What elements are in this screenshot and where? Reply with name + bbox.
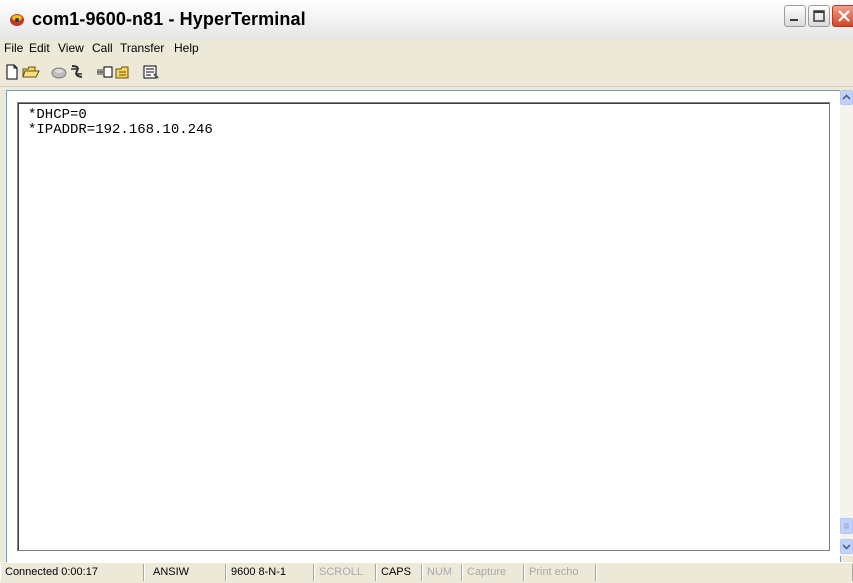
close-icon (838, 10, 850, 22)
open-icon (22, 66, 40, 78)
terminal-screen[interactable] (17, 102, 830, 551)
open-button[interactable] (22, 63, 40, 81)
status-emulation: ANSIW (144, 564, 226, 581)
terminal-output: *DHCP=0 *IPADDR=192.168.10.246 (28, 108, 213, 138)
menu-file[interactable]: File (4, 41, 23, 55)
minimize-icon (790, 19, 798, 21)
maximize-icon (813, 10, 825, 22)
chevron-up-icon (842, 94, 851, 100)
grip-icon (844, 523, 849, 529)
vertical-scrollbar[interactable] (840, 90, 853, 556)
maximize-button[interactable] (808, 5, 830, 27)
scroll-down-button[interactable] (840, 539, 853, 554)
hyperterminal-phone-icon[interactable] (9, 11, 25, 27)
call-icon (51, 67, 67, 79)
terminal-line: *IPADDR=192.168.10.246 (28, 122, 213, 138)
close-button[interactable] (832, 5, 853, 27)
window-title: com1-9600-n81 - HyperTerminal (32, 9, 306, 29)
menu-bar: File Edit View Call Transfer Help (0, 38, 853, 58)
receive-button[interactable] (114, 63, 132, 81)
status-caps: CAPS (376, 564, 422, 581)
menu-call[interactable]: Call (92, 41, 113, 55)
status-print-echo: Print echo (524, 564, 596, 581)
toolbar (0, 58, 853, 87)
properties-button[interactable] (142, 63, 160, 81)
menu-view[interactable]: View (58, 41, 84, 55)
terminal-line: *DHCP=0 (28, 107, 87, 123)
new-connection-button[interactable] (3, 63, 21, 81)
status-connected: Connected 0:00:17 (0, 564, 144, 581)
chevron-down-icon (842, 544, 851, 550)
menu-edit[interactable]: Edit (29, 41, 50, 55)
disconnect-icon (71, 65, 83, 78)
status-port-settings: 9600 8-N-1 (226, 564, 314, 581)
scroll-up-button[interactable] (840, 90, 853, 105)
status-capture: Capture (462, 564, 524, 581)
menu-transfer[interactable]: Transfer (120, 41, 164, 55)
title-bar[interactable]: com1-9600-n81 - HyperTerminal (0, 0, 853, 39)
menu-help[interactable]: Help (174, 41, 199, 55)
scroll-thumb[interactable] (840, 518, 853, 534)
minimize-button[interactable] (784, 5, 806, 27)
call-button[interactable] (50, 63, 68, 81)
status-scroll: SCROLL (314, 564, 376, 581)
properties-icon (143, 65, 159, 79)
new-icon (6, 64, 18, 80)
receive-icon (115, 66, 129, 79)
status-num: NUM (422, 564, 462, 581)
send-button[interactable] (96, 63, 114, 81)
send-icon (97, 66, 113, 78)
disconnect-button[interactable] (68, 63, 86, 81)
status-spacer (596, 564, 853, 581)
status-bar: Connected 0:00:17 ANSIW 9600 8-N-1 SCROL… (0, 562, 853, 583)
